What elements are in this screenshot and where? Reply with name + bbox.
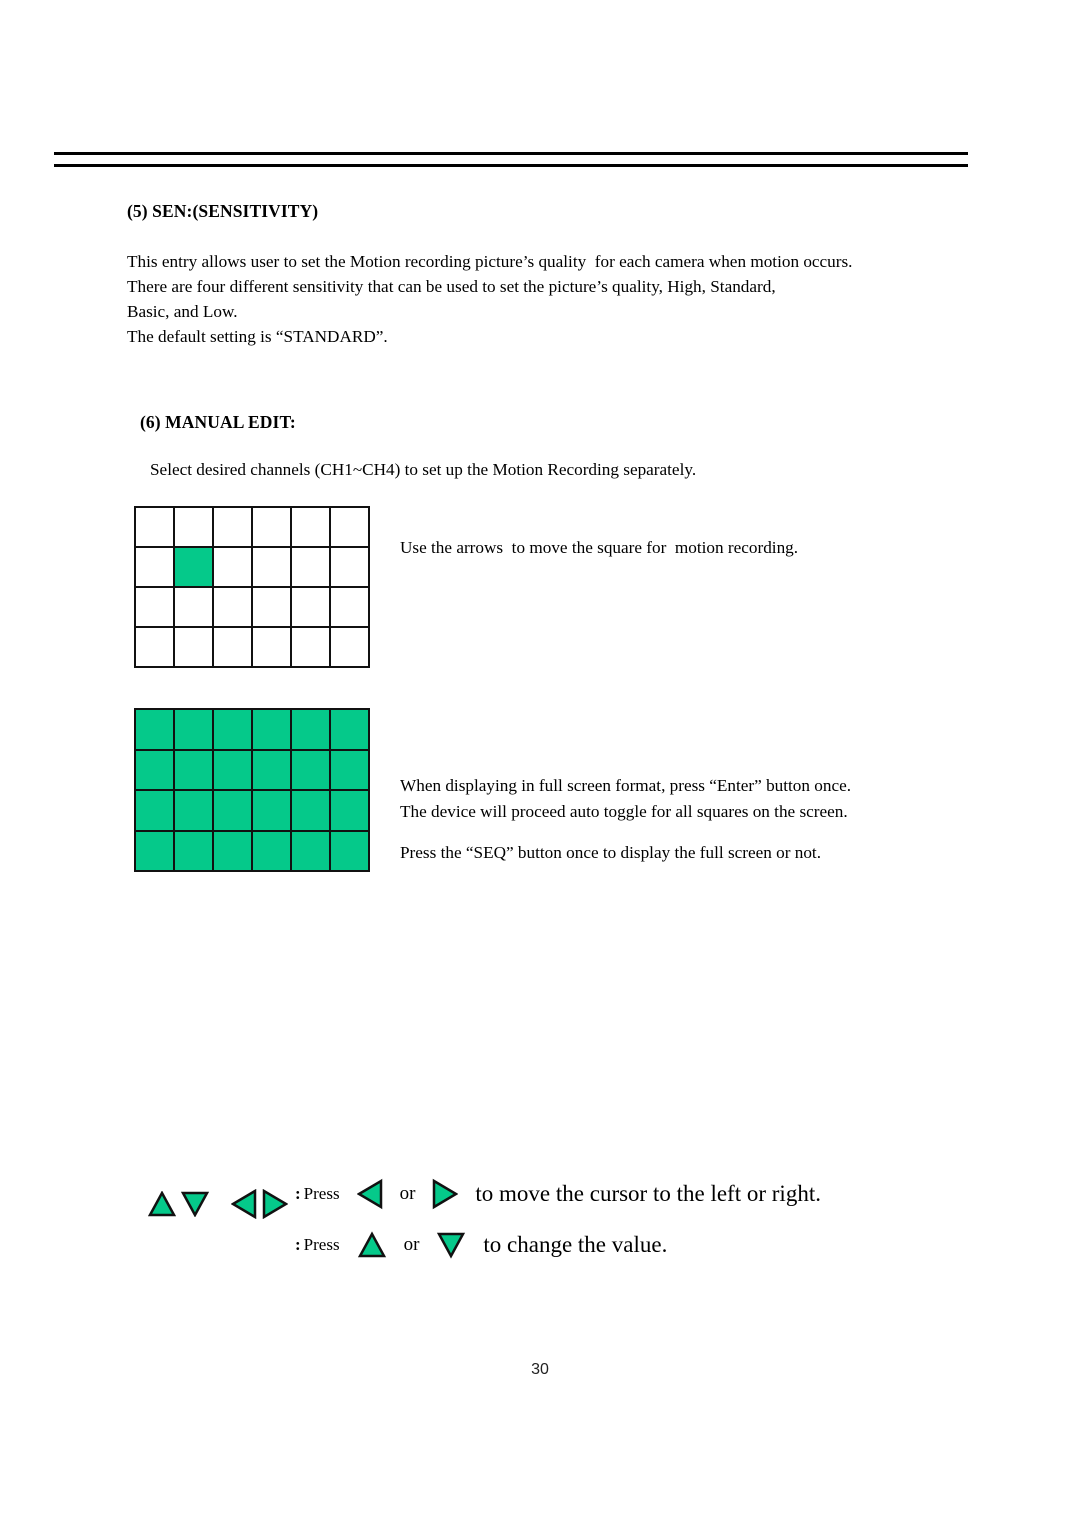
grid-cell-selected[interactable] xyxy=(253,710,292,751)
legend-conjunction: or xyxy=(399,1183,416,1204)
legend-key-icon-row xyxy=(148,1189,288,1219)
grid-cell-selected[interactable] xyxy=(175,710,214,751)
grid-cell-selected[interactable] xyxy=(214,791,253,832)
grid-cell[interactable] xyxy=(175,508,214,548)
cursor-grid-note: Use the arrows to move the square for mo… xyxy=(400,538,799,557)
legend-conjunction: or xyxy=(403,1234,420,1255)
legend-tail-text: to move the cursor to the left or right. xyxy=(475,1181,821,1206)
grid-cell[interactable] xyxy=(253,508,292,548)
grid-cell[interactable] xyxy=(136,508,175,548)
down-arrow-icon xyxy=(437,1232,466,1259)
grid-cell[interactable] xyxy=(136,628,175,668)
section-body-sensitivity: This entry allows user to set the Motion… xyxy=(127,252,853,346)
grid-cell[interactable] xyxy=(331,508,370,548)
grid-cell[interactable] xyxy=(331,548,370,588)
grid-cell[interactable] xyxy=(214,548,253,588)
grid-cell[interactable] xyxy=(175,588,214,628)
seq-button-note: Press the “SEQ” button once to display t… xyxy=(400,843,822,862)
grid-cell-selected[interactable] xyxy=(331,750,370,791)
grid-cell[interactable] xyxy=(292,588,331,628)
grid-cell[interactable] xyxy=(292,548,331,588)
grid-cell[interactable] xyxy=(292,508,331,548)
grid-cell-selected[interactable] xyxy=(136,710,175,751)
grid-cell-selected[interactable] xyxy=(136,791,175,832)
legend-press-label: Press xyxy=(303,1184,340,1203)
grid-cell-selected[interactable] xyxy=(331,791,370,832)
full-screen-note: When displaying in full screen format, p… xyxy=(400,776,852,821)
section-heading-sensitivity: (5) SEN:(SENSITIVITY) xyxy=(127,201,319,221)
legend-line-move-cursor: : Press or to move the cursor to the lef… xyxy=(295,1178,821,1210)
manual-edit-intro-text: Select desired channels (CH1~CH4) to set… xyxy=(150,460,697,479)
grid-cell[interactable] xyxy=(292,628,331,668)
grid-cell[interactable] xyxy=(214,628,253,668)
grid-cell[interactable] xyxy=(214,588,253,628)
grid-cell-selected[interactable] xyxy=(214,710,253,751)
grid-cell[interactable] xyxy=(136,588,175,628)
grid-cell-selected[interactable] xyxy=(136,750,175,791)
legend-line-change-value: : Press or to change the value. xyxy=(295,1231,667,1259)
up-arrow-icon xyxy=(148,1191,176,1217)
legend-tail-text: to change the value. xyxy=(483,1232,668,1257)
left-arrow-icon xyxy=(231,1189,257,1219)
motion-grid-full[interactable] xyxy=(134,708,370,872)
grid-cell[interactable] xyxy=(136,548,175,588)
grid-cell-selected[interactable] xyxy=(175,548,214,588)
grid-cell-selected[interactable] xyxy=(175,750,214,791)
right-arrow-icon xyxy=(433,1178,459,1210)
grid-cell[interactable] xyxy=(331,588,370,628)
grid-cell-selected[interactable] xyxy=(292,831,331,872)
header-rules xyxy=(54,152,968,167)
grid-cell[interactable] xyxy=(253,628,292,668)
grid-cell[interactable] xyxy=(175,628,214,668)
grid-cell-selected[interactable] xyxy=(292,710,331,751)
grid-cell[interactable] xyxy=(253,588,292,628)
grid-cell-selected[interactable] xyxy=(331,710,370,751)
grid-cell-selected[interactable] xyxy=(175,831,214,872)
grid-cell-selected[interactable] xyxy=(253,750,292,791)
grid-cell[interactable] xyxy=(331,628,370,668)
left-arrow-icon xyxy=(356,1178,382,1210)
grid-cell-selected[interactable] xyxy=(253,791,292,832)
grid-cell-selected[interactable] xyxy=(331,831,370,872)
grid-cell-selected[interactable] xyxy=(214,831,253,872)
motion-grid-cursor[interactable] xyxy=(134,506,370,668)
legend-press-label: Press xyxy=(303,1235,340,1254)
grid-cell-selected[interactable] xyxy=(292,791,331,832)
header-rule-top xyxy=(54,152,968,155)
grid-cell-selected[interactable] xyxy=(136,831,175,872)
grid-cell-selected[interactable] xyxy=(253,831,292,872)
down-arrow-icon xyxy=(181,1191,209,1217)
header-rule-bottom xyxy=(54,164,968,167)
grid-cell[interactable] xyxy=(214,508,253,548)
section-heading-manual-edit: (6) MANUAL EDIT: xyxy=(140,412,296,432)
grid-cell-selected[interactable] xyxy=(175,791,214,832)
page-number: 30 xyxy=(531,1361,549,1378)
grid-cell-selected[interactable] xyxy=(292,750,331,791)
up-arrow-icon xyxy=(357,1231,386,1258)
grid-cell[interactable] xyxy=(253,548,292,588)
legend-colon: : xyxy=(295,1235,301,1254)
right-arrow-icon xyxy=(262,1189,288,1219)
legend-colon: : xyxy=(295,1184,301,1203)
grid-cell-selected[interactable] xyxy=(214,750,253,791)
